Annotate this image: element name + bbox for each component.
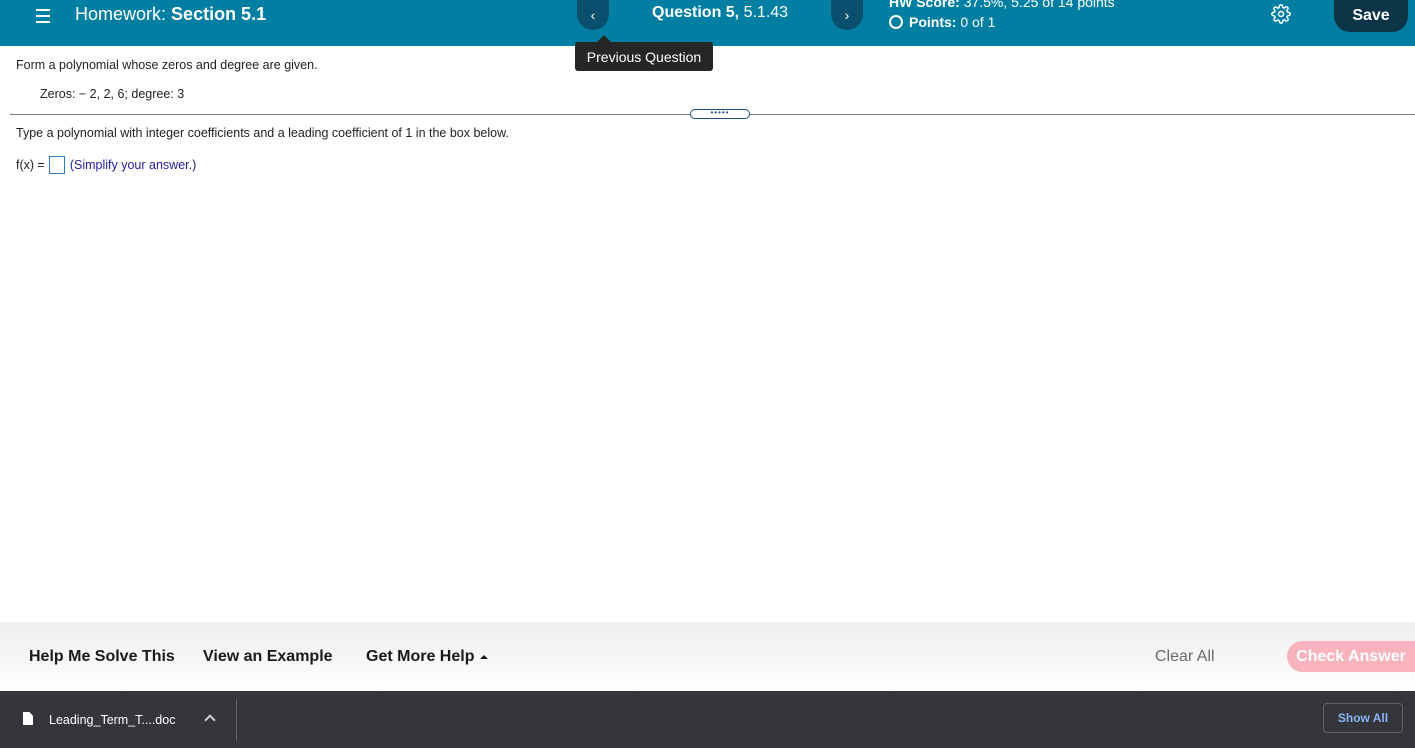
next-question-button[interactable]: › [831,0,863,30]
hw-score-value: 37.5%, 5.25 of 14 points [963,0,1115,10]
answer-instructions: Type a polynomial with integer coefficie… [16,126,509,140]
points-label: Points: [909,14,957,30]
save-button[interactable]: Save [1334,0,1408,32]
download-divider [236,699,237,741]
question-prompt: Form a polynomial whose zeros and degree… [16,58,318,72]
hamburger-menu-icon[interactable] [36,6,56,26]
caret-up-icon [480,654,489,659]
homework-title: Homework: Section 5.1 [75,4,266,24]
answer-row: f(x) = (Simplify your answer.) [16,155,196,175]
question-label: Question 5, 5.1.43 [652,4,788,22]
chevron-up-icon[interactable] [204,714,216,726]
get-more-help-label: Get More Help [366,648,475,665]
previous-question-button[interactable]: ‹ [577,0,609,30]
divider-drag-handle[interactable]: ••••• [690,109,750,119]
simplify-hint: (Simplify your answer.) [69,158,197,172]
question-number: Question 5, [652,4,740,21]
show-all-button[interactable]: Show All [1323,703,1403,733]
chevron-right-icon: › [844,7,850,23]
hw-score-label: HW Score: [889,0,960,10]
download-file-name[interactable]: Leading_Term_T....doc [49,713,175,727]
view-example-button[interactable]: View an Example [203,648,333,666]
question-points: Points: 0 of 1 [889,14,1115,30]
hw-score: HW Score: 37.5%, 5.25 of 14 points [889,0,1115,10]
zeros-and-degree: Zeros: − 2, 2, 6; degree: 3 [40,87,185,101]
check-answer-button[interactable]: Check Answer [1287,641,1415,672]
answer-input[interactable] [48,156,65,174]
chevron-left-icon: ‹ [590,7,596,23]
progress-ring-icon [889,15,903,29]
file-icon [23,712,33,725]
gear-icon[interactable] [1271,4,1291,24]
clear-all-button[interactable]: Clear All [1155,648,1215,666]
homework-section: Section 5.1 [171,4,267,24]
help-me-solve-button[interactable]: Help Me Solve This [29,648,175,666]
points-value: 0 of 1 [960,14,996,30]
function-label: f(x) = [16,158,45,172]
question-id: 5.1.43 [743,4,789,21]
homework-prefix: Homework: [75,4,167,24]
previous-question-tooltip: Previous Question [575,35,713,71]
help-bar: Help Me Solve This View an Example Get M… [0,622,1415,691]
get-more-help-button[interactable]: Get More Help [366,648,489,666]
download-bar: Leading_Term_T....doc Show All [0,691,1415,748]
score-block: HW Score: 37.5%, 5.25 of 14 points Point… [889,0,1115,30]
top-bar: Homework: Section 5.1 ‹ Question 5, 5.1.… [0,0,1415,46]
